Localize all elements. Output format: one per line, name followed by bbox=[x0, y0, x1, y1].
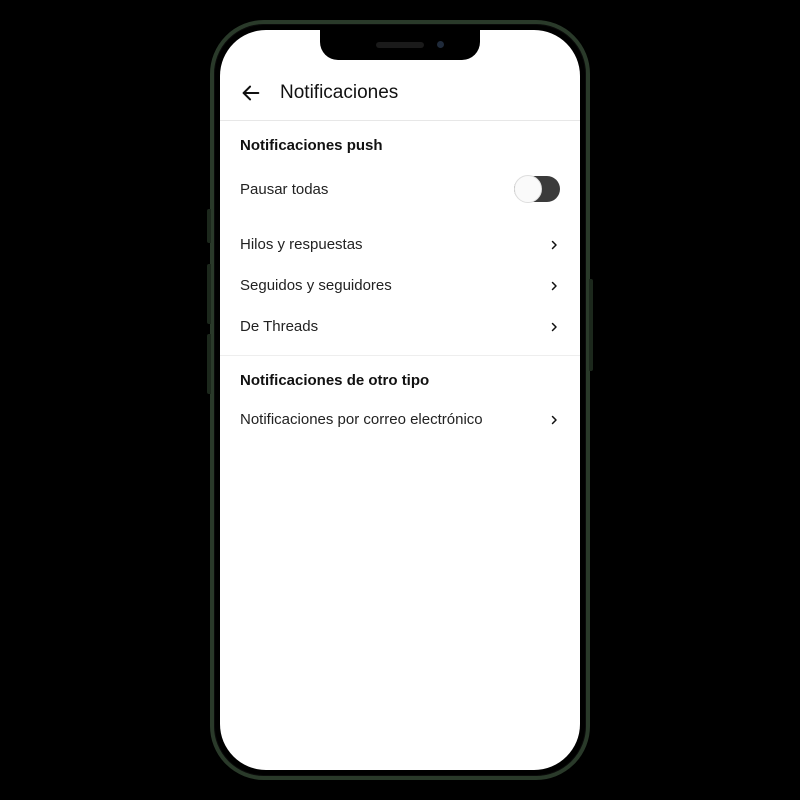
pause-all-label: Pausar todas bbox=[240, 181, 328, 198]
chevron-right-icon bbox=[548, 237, 560, 253]
volume-down-button bbox=[207, 264, 211, 324]
nav-item-from-threads[interactable]: De Threads bbox=[220, 306, 580, 347]
camera-icon bbox=[437, 41, 444, 48]
page-title: Notificaciones bbox=[280, 82, 398, 104]
push-section-heading: Notificaciones push bbox=[240, 137, 560, 154]
speaker-icon bbox=[376, 42, 424, 48]
row-label: Notificaciones por correo electrónico bbox=[240, 411, 483, 428]
other-section-header: Notificaciones de otro tipo bbox=[220, 356, 580, 399]
phone-frame: Notificaciones Notificaciones push Pausa… bbox=[210, 20, 590, 780]
volume-up-button bbox=[207, 209, 211, 243]
back-button[interactable] bbox=[240, 82, 262, 104]
pause-all-row: Pausar todas bbox=[220, 164, 580, 214]
screen: Notificaciones Notificaciones push Pausa… bbox=[220, 30, 580, 770]
nav-item-following-followers[interactable]: Seguidos y seguidores bbox=[220, 265, 580, 306]
arrow-left-icon bbox=[240, 82, 262, 104]
notch bbox=[320, 30, 480, 60]
nav-item-email-notifications[interactable]: Notificaciones por correo electrónico bbox=[220, 399, 580, 440]
pause-all-toggle[interactable] bbox=[514, 176, 560, 202]
chevron-right-icon bbox=[548, 319, 560, 335]
row-label: Seguidos y seguidores bbox=[240, 277, 392, 294]
other-section-heading: Notificaciones de otro tipo bbox=[240, 372, 560, 389]
row-label: Hilos y respuestas bbox=[240, 236, 363, 253]
chevron-right-icon bbox=[548, 412, 560, 428]
chevron-right-icon bbox=[548, 278, 560, 294]
power-button bbox=[589, 279, 593, 371]
nav-item-threads-replies[interactable]: Hilos y respuestas bbox=[220, 224, 580, 265]
push-section-header: Notificaciones push bbox=[220, 121, 580, 164]
content: Notificaciones Notificaciones push Pausa… bbox=[220, 30, 580, 770]
row-label: De Threads bbox=[240, 318, 318, 335]
topbar: Notificaciones bbox=[220, 64, 580, 121]
toggle-knob-icon bbox=[514, 175, 542, 203]
silent-switch bbox=[207, 334, 211, 394]
